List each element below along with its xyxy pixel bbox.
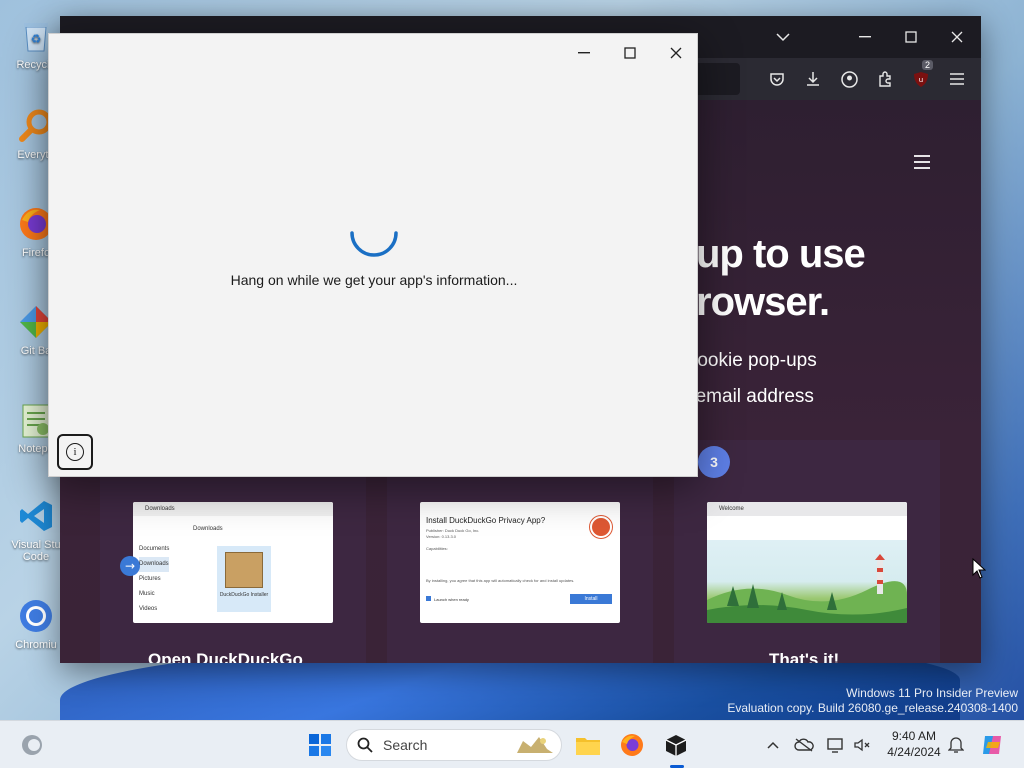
- svg-text:u: u: [919, 76, 923, 84]
- onedrive-offline-icon[interactable]: [794, 735, 814, 755]
- firefox-taskbar-icon[interactable]: [616, 729, 648, 761]
- tab-list-button[interactable]: [760, 24, 806, 50]
- info-icon: i: [66, 443, 84, 461]
- show-hidden-icons-chevron-icon[interactable]: [763, 735, 783, 755]
- svg-text:♻: ♻: [31, 32, 42, 46]
- desktop-icon-vscode[interactable]: Visual Stu Code: [6, 496, 66, 563]
- mouse-cursor-icon: [972, 557, 987, 584]
- thumb-path: Downloads: [193, 526, 223, 532]
- thumb-side-item: Documents: [139, 546, 170, 552]
- hero-headline: up to use rowser.: [696, 230, 866, 326]
- step-1-screenshot: Downloads Downloads Documents Downloads …: [133, 502, 333, 623]
- dialog-close-button[interactable]: [653, 38, 699, 68]
- desktop-icon-label: Firefo: [21, 247, 51, 259]
- vscode-icon: [16, 496, 56, 536]
- thumb-landscape-image: [707, 540, 907, 623]
- step-2-screenshot: Install DuckDuckGo Privacy App? Publishe…: [420, 502, 620, 623]
- volume-muted-icon[interactable]: [852, 735, 872, 755]
- watermark-line-1: Windows 11 Pro Insider Preview: [846, 686, 1018, 700]
- thumb-notice: By installing, you agree that this app w…: [426, 578, 575, 583]
- start-button-icon[interactable]: [304, 729, 336, 761]
- thumb-side-item: Downloads: [139, 557, 170, 572]
- page-menu-icon[interactable]: [914, 150, 930, 174]
- extension-badge: 2: [922, 60, 934, 70]
- thumb-tab-title: Welcome: [719, 506, 744, 512]
- desktop-icon-label: Chromiu: [15, 639, 57, 651]
- desktop-icon-label: Git Ba: [20, 345, 52, 357]
- thumb-side-item: Pictures: [139, 576, 161, 582]
- watermark-line-2: Evaluation copy. Build 26080.ge_release.…: [727, 701, 1018, 715]
- hero-headline-line-1: up to use: [696, 232, 866, 276]
- thumb-install-title: Install DuckDuckGo Privacy App?: [426, 516, 546, 525]
- loading-message: Hang on while we get your app's informat…: [230, 272, 518, 288]
- search-icon: [357, 737, 373, 753]
- notifications-bell-icon[interactable]: [946, 735, 966, 755]
- ublock-origin-icon[interactable]: u: [910, 68, 932, 90]
- step-1-caption: Open DuckDuckGo: [148, 650, 303, 663]
- thumb-file-label: DuckDuckGo Installer: [219, 592, 269, 598]
- clock[interactable]: 9:40 AM 4/24/2024: [880, 728, 948, 760]
- search-highlight-icon: [517, 737, 553, 753]
- step-3-screenshot: Welcome: [707, 502, 907, 623]
- dialog-minimize-button[interactable]: [561, 38, 607, 68]
- hero-feature-2: r email address: [684, 386, 814, 407]
- search-label: Search: [383, 737, 428, 753]
- thumb-launch-checkbox: Launch when ready: [426, 596, 469, 602]
- thumb-side-item: Music: [139, 591, 155, 597]
- thumb-side-item: Videos: [139, 606, 158, 612]
- app-menu-icon[interactable]: [946, 68, 968, 90]
- thumb-window-title: Downloads: [145, 506, 175, 512]
- download-icon[interactable]: [802, 68, 824, 90]
- thumb-install-button: Install: [570, 594, 612, 604]
- thumb-sidebar: Documents Downloads Pictures Music Video…: [139, 542, 170, 617]
- app-installer-dialog: Hang on while we get your app's informat…: [48, 33, 698, 477]
- desktop-icon-chromium[interactable]: Chromiu: [6, 596, 66, 651]
- browser-maximize-button[interactable]: [888, 24, 934, 50]
- clock-date: 4/24/2024: [887, 745, 941, 759]
- dialog-maximize-button[interactable]: [607, 38, 653, 68]
- file-explorer-icon[interactable]: [572, 729, 604, 761]
- clock-time: 9:40 AM: [891, 729, 937, 743]
- taskbar-search-box[interactable]: Search: [346, 729, 562, 761]
- info-button[interactable]: i: [57, 434, 93, 470]
- loading-spinner-icon: [349, 229, 399, 263]
- thumb-version: Version: 0.13.3.0: [426, 534, 457, 539]
- thumb-installer-file: DuckDuckGo Installer: [217, 546, 271, 612]
- pocket-icon[interactable]: [766, 68, 788, 90]
- browser-minimize-button[interactable]: [842, 24, 888, 50]
- thumb-capabilities: Capabilities:: [426, 546, 448, 551]
- step-number-badge: 3: [698, 446, 730, 478]
- network-icon[interactable]: [826, 735, 846, 755]
- hero-headline-line-2: rowser.: [696, 280, 830, 324]
- thumb-launch-label: Launch when ready: [434, 597, 469, 602]
- duckduckgo-logo-icon: [590, 516, 612, 538]
- step-3-caption: That's it!: [769, 650, 840, 663]
- account-icon[interactable]: [838, 68, 860, 90]
- browser-close-button[interactable]: [934, 24, 980, 50]
- package-icon: [225, 552, 263, 588]
- copilot-icon[interactable]: [976, 729, 1008, 761]
- desktop-icon-label: Visual Stu Code: [11, 539, 61, 563]
- extensions-icon[interactable]: [874, 68, 896, 90]
- windows-watermark: Windows 11 Pro Insider Preview Evaluatio…: [727, 686, 1018, 716]
- app-installer-taskbar-icon[interactable]: [660, 729, 692, 761]
- arrow-right-icon: →: [120, 556, 140, 576]
- chromium-icon: [16, 596, 56, 636]
- taskbar: Search 9:40 AM 4/24/2024: [0, 720, 1024, 768]
- widgets-icon[interactable]: [16, 729, 48, 761]
